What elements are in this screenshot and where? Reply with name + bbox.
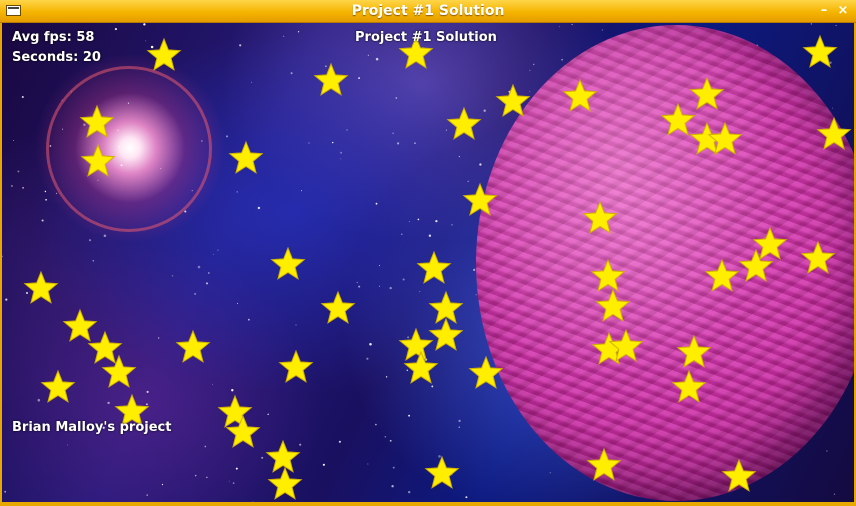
window-title: Project #1 Solution	[351, 3, 505, 19]
hud-title: Project #1 Solution	[355, 30, 497, 45]
star-icon	[265, 439, 301, 473]
star-icon	[816, 116, 852, 150]
star-icon	[704, 258, 740, 292]
title-bar[interactable]: Project #1 Solution – ×	[0, 0, 856, 23]
star-icon	[79, 104, 115, 138]
star-icon	[800, 240, 836, 274]
fps-counter: Avg fps: 58	[12, 30, 95, 45]
star-icon	[40, 369, 76, 403]
star-icon	[428, 317, 464, 351]
star-icon	[752, 226, 788, 260]
star-icon	[660, 102, 696, 136]
star-icon	[320, 290, 356, 324]
star-icon	[175, 329, 211, 363]
star-icon	[398, 327, 434, 361]
star-icon	[495, 83, 531, 117]
star-icon	[590, 258, 626, 292]
app-window: Project #1 Solution – × Avg fps: 58 Seco…	[0, 0, 856, 506]
star-icon	[562, 78, 598, 112]
star-icon	[446, 106, 482, 140]
star-icon	[595, 288, 631, 322]
star-icon	[802, 34, 838, 68]
star-icon	[87, 330, 123, 364]
star-icon	[586, 447, 622, 481]
star-icon	[278, 349, 314, 383]
star-icon	[23, 270, 59, 304]
star-icon	[228, 140, 264, 174]
star-icon	[267, 466, 303, 500]
star-icon	[101, 354, 137, 388]
star-icon	[671, 369, 707, 403]
star-icon	[146, 37, 182, 71]
minimize-icon[interactable]: –	[816, 2, 832, 20]
star-icon	[689, 76, 725, 110]
game-canvas[interactable]: Avg fps: 58 Seconds: 20 Project #1 Solut…	[2, 23, 854, 502]
star-icon	[582, 200, 618, 234]
star-icon	[62, 308, 98, 342]
star-icon	[217, 394, 253, 428]
star-icon	[416, 250, 452, 284]
star-icon	[462, 182, 498, 216]
star-icon	[80, 143, 116, 177]
star-icon	[721, 458, 757, 492]
star-icon	[468, 355, 504, 389]
star-icon	[270, 246, 306, 280]
close-icon[interactable]: ×	[835, 2, 851, 20]
star-icon	[676, 334, 712, 368]
credit-text: Brian Malloy's project	[12, 420, 172, 435]
seconds-counter: Seconds: 20	[12, 50, 101, 65]
star-icon	[313, 62, 349, 96]
star-icon	[424, 455, 460, 489]
